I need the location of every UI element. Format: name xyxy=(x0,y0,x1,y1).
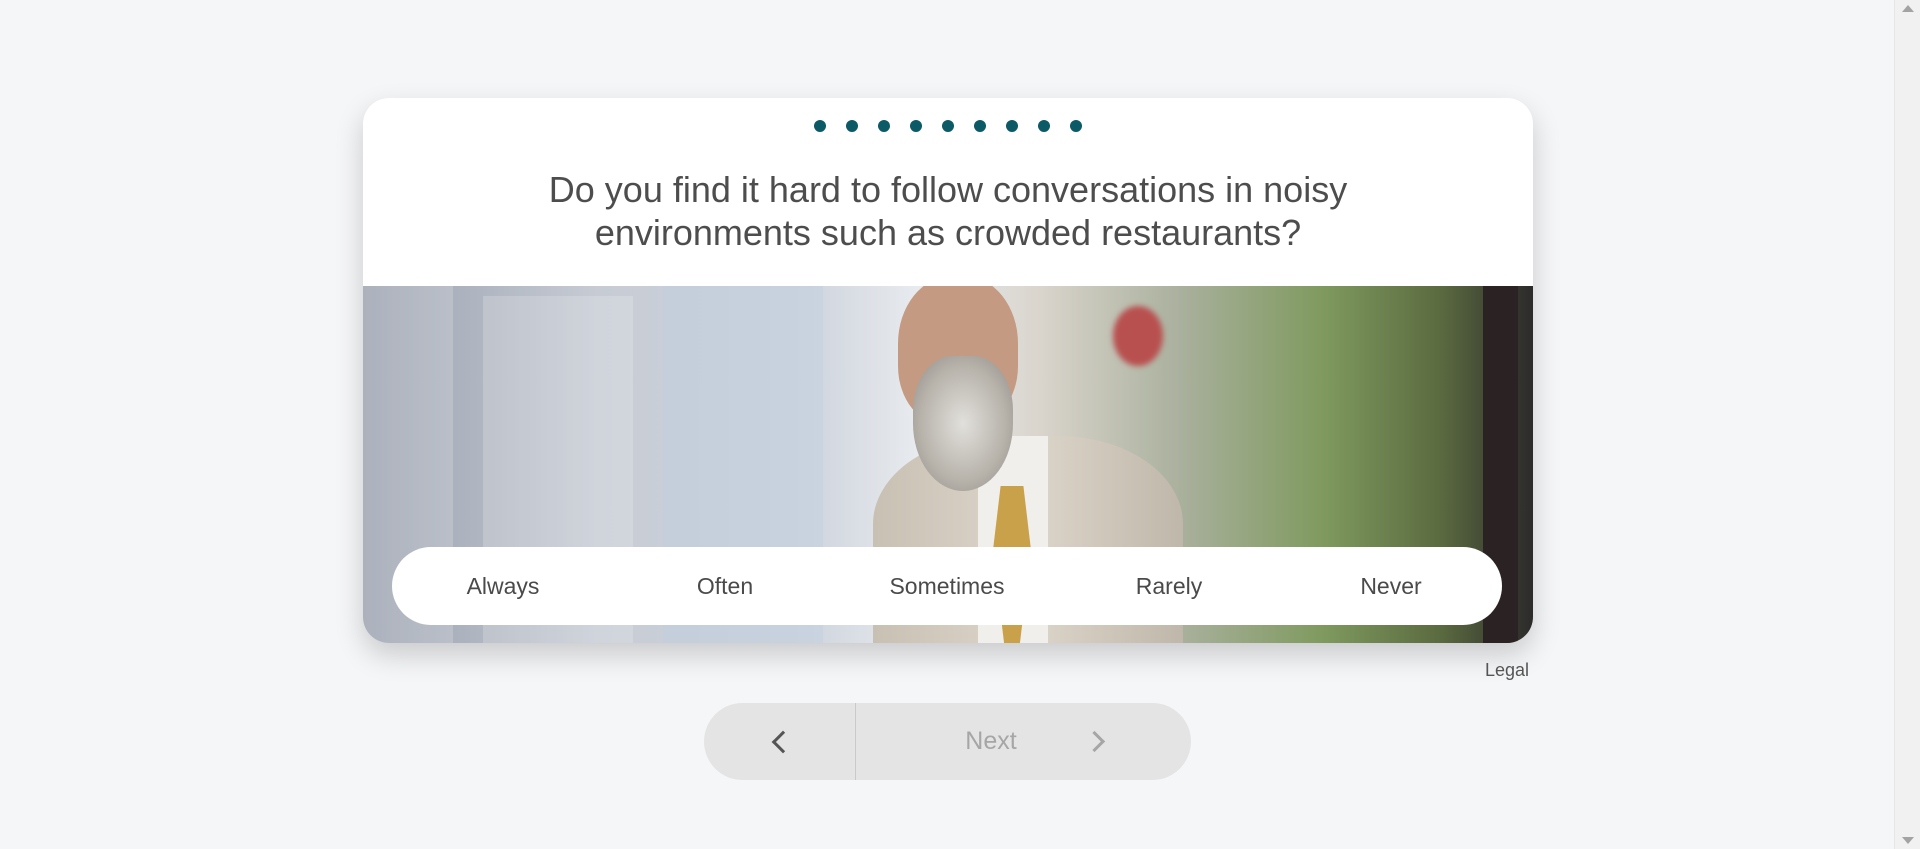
progress-dot xyxy=(878,120,890,132)
answer-sometimes[interactable]: Sometimes xyxy=(836,573,1058,600)
photo-stop-sign xyxy=(1113,306,1163,366)
photo-beard xyxy=(913,356,1013,491)
back-button[interactable] xyxy=(704,703,856,780)
scroll-down-icon[interactable] xyxy=(1902,837,1914,844)
progress-dots xyxy=(363,120,1533,132)
answer-options: Always Often Sometimes Rarely Never xyxy=(392,547,1502,625)
next-label: Next xyxy=(965,727,1017,755)
progress-dot xyxy=(1038,120,1050,132)
question-line-2: environments such as crowded restaurants… xyxy=(594,212,1302,253)
chevron-left-icon xyxy=(771,730,794,753)
answer-never[interactable]: Never xyxy=(1280,573,1502,600)
answer-rarely[interactable]: Rarely xyxy=(1058,573,1280,600)
navigation-bar: Next xyxy=(704,703,1191,780)
progress-dot xyxy=(846,120,858,132)
chevron-right-icon xyxy=(1083,730,1105,753)
answer-always[interactable]: Always xyxy=(392,573,614,600)
progress-dot xyxy=(942,120,954,132)
question-line-1: Do you find it hard to follow conversati… xyxy=(548,169,1348,210)
progress-dot xyxy=(974,120,986,132)
progress-dot xyxy=(1006,120,1018,132)
question-card: Do you find it hard to follow conversati… xyxy=(363,98,1533,643)
question-text: Do you find it hard to follow conversati… xyxy=(363,168,1533,254)
progress-dot xyxy=(1070,120,1082,132)
scroll-up-icon[interactable] xyxy=(1902,5,1914,12)
next-button[interactable]: Next xyxy=(856,703,1191,780)
legal-link[interactable]: Legal xyxy=(1485,660,1529,681)
progress-dot xyxy=(910,120,922,132)
vertical-scrollbar[interactable] xyxy=(1894,0,1920,849)
progress-dot xyxy=(814,120,826,132)
page: Do you find it hard to follow conversati… xyxy=(0,0,1920,849)
answer-often[interactable]: Often xyxy=(614,573,836,600)
